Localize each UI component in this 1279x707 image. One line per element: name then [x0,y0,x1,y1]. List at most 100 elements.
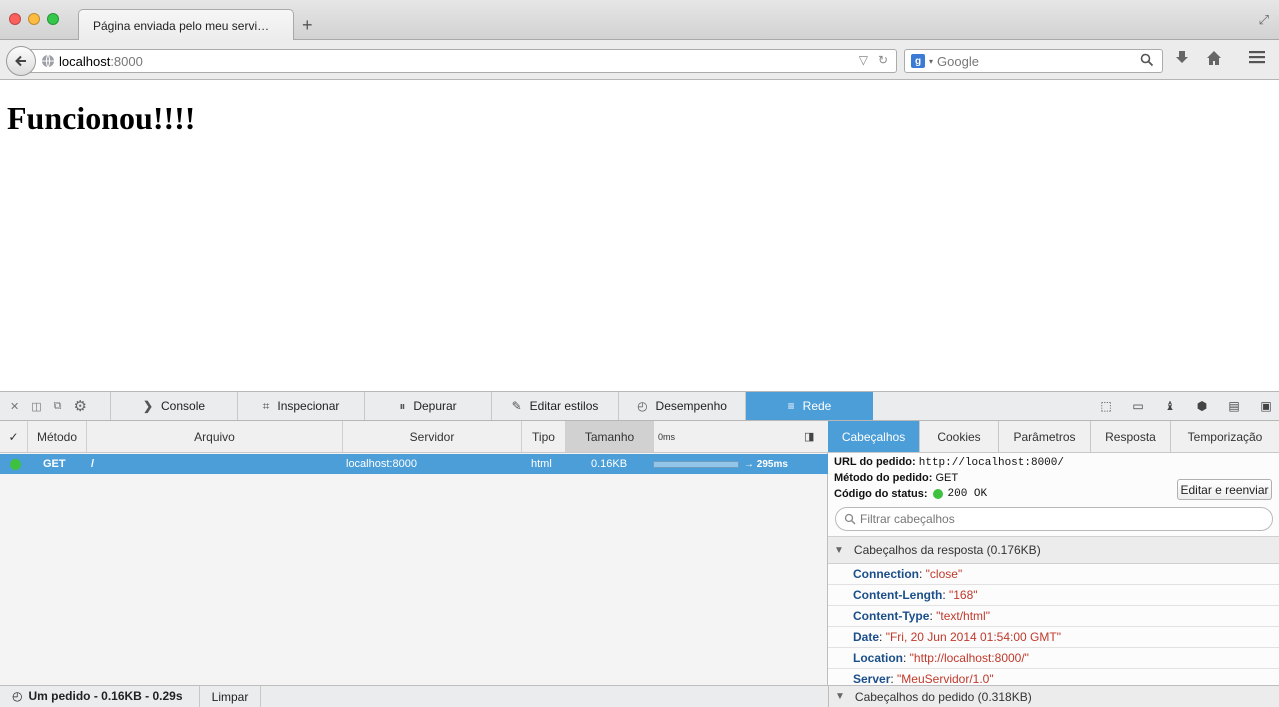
back-button[interactable] [6,46,36,76]
waterfall-zero-label: 0ms [658,431,676,442]
browser-tab[interactable]: Página enviada pelo meu servi… [78,9,294,41]
column-file[interactable]: Arquivo [87,421,343,452]
edit-and-resend-button[interactable]: Editar e reenviar [1177,479,1272,500]
devtools-tab-debugger[interactable]: ⏸ Depurar [365,392,492,420]
page-content: Funcionou!!!! [0,81,1279,391]
menu-icon[interactable] [1249,50,1265,64]
devtools-tab-label: Console [161,399,206,413]
request-details-panel: Cabeçalhos Cookies Parâmetros Resposta T… [828,421,1279,690]
header-name: Content-Length [853,588,943,602]
dropdown-history-icon[interactable]: ▽ [859,53,868,67]
google-search-engine-icon[interactable]: g [911,54,925,68]
request-url-line: URL do pedido: http://localhost:8000/ [834,456,1064,469]
search-engine-dropdown-icon[interactable]: ▾ [929,57,933,66]
pause-icon: ⏸ [399,398,406,413]
reload-icon[interactable]: ↻ [878,53,888,67]
list-item[interactable]: Content-Type: "text/html" [828,606,1279,627]
details-tabs: Cabeçalhos Cookies Parâmetros Resposta T… [828,421,1279,453]
devtools-tab-performance[interactable]: ◴ Desempenho [619,392,746,420]
column-type[interactable]: Tipo [522,421,566,452]
edit-pencil-icon: ✎ [511,399,522,413]
search-input[interactable]: Google [937,54,979,69]
column-waterfall[interactable]: 0ms [654,421,828,452]
header-value: "MeuServidor/1.0" [897,672,994,686]
split-console-icon[interactable]: ▭ [1131,399,1145,413]
close-devtools-icon[interactable]: ✕ [10,400,19,413]
url-host: localhost [59,53,111,69]
list-item[interactable]: Connection: "close" [828,564,1279,585]
list-item[interactable]: Date: "Fri, 20 Jun 2014 01:54:00 GMT" [828,627,1279,648]
status-ok-icon [932,489,943,499]
tab-timings[interactable]: Temporização [1171,421,1279,452]
header-value: "text/html" [936,609,990,623]
request-timing: → 295ms [744,458,788,470]
close-window-button[interactable] [9,13,21,25]
status-dot-icon [10,458,21,470]
fullscreen-icon[interactable]: ⤢ [1259,12,1269,28]
devtools-tab-inspector[interactable]: ⌗ Inspecionar [238,392,365,420]
clear-button[interactable]: Limpar [199,686,261,707]
list-item[interactable]: Location: "http://localhost:8000/" [828,648,1279,669]
inspector-icon: ⌗ [262,398,270,413]
devtools-tab-label: Depurar [413,399,457,413]
column-method[interactable]: Método [28,421,87,452]
request-headers-title: Cabeçalhos do pedido (0.318KB) [854,689,1032,704]
dock-side-icon[interactable]: ◫ [31,400,41,413]
column-status[interactable]: ✓ [0,421,28,452]
request-server: localhost:8000 [346,458,417,470]
browser-tab-title: Página enviada pelo meu servi… [93,19,270,33]
devtools-toolbar: ✕ ◫ ⧉ ⚙ ❯ Console ⌗ Inspecionar ⏸ Depura… [0,391,1279,421]
back-arrow-icon [15,55,26,67]
zoom-window-button[interactable] [47,13,59,25]
column-size[interactable]: Tamanho [566,421,654,452]
response-headers-section[interactable]: ▼ Cabeçalhos da resposta (0.176KB) [828,536,1279,564]
column-server[interactable]: Servidor [343,421,522,452]
filter-headers-input[interactable]: Filtrar cabeçalhos [835,507,1273,531]
header-value: "Fri, 20 Jun 2014 01:54:00 GMT" [885,630,1061,644]
request-size: 0.16KB [591,458,628,470]
responsive-design-icon[interactable]: ▣ [1259,399,1273,413]
stopwatch-icon: ◴ [637,399,648,413]
table-row[interactable]: GET / localhost:8000 html 0.16KB → 295ms [0,454,828,474]
status-code-label: Código do status: [834,488,928,500]
element-picker-icon[interactable]: ⬚ [1099,399,1113,413]
home-icon[interactable] [1206,50,1222,66]
header-name: Server [853,672,891,686]
request-method-value: GET [935,472,959,484]
network-request-list: ✓ Método Arquivo Servidor Tipo Tamanho 0… [0,421,828,685]
minimize-window-button[interactable] [28,13,40,25]
title-bar: Página enviada pelo meu servi… + ⤢ [0,0,1279,41]
url-bar[interactable]: localhost:8000 ▽ ↻ [27,49,897,73]
header-name: Content-Type [853,609,930,623]
3d-view-icon[interactable]: ⬢ [1195,399,1209,413]
tab-headers[interactable]: Cabeçalhos [828,421,920,452]
request-method-label: Método do pedido: [834,472,933,484]
page-heading: Funcionou!!!! [7,100,196,136]
status-code-line: Código do status: 200 OK [834,488,987,500]
undock-window-icon[interactable]: ⧉ [54,400,62,413]
downloads-icon[interactable] [1175,50,1189,66]
paintbrush-icon[interactable]: ♝ [1163,399,1177,413]
header-name: Location [853,651,903,665]
list-item[interactable]: Content-Length: "168" [828,585,1279,606]
request-url-label: URL do pedido: [834,456,916,468]
tab-cookies[interactable]: Cookies [920,421,999,452]
search-bar[interactable]: g ▾ Google [904,49,1163,73]
tab-params[interactable]: Parâmetros [999,421,1091,452]
request-headers-section[interactable]: ▼ Cabeçalhos do pedido (0.318KB) [828,686,1279,707]
devtools-tab-console[interactable]: ❯ Console [111,392,238,420]
settings-gear-icon[interactable]: ⚙ [73,397,86,415]
url-port: :8000 [110,53,143,69]
devtools-tab-label: Inspecionar [277,399,340,413]
status-indicator [10,454,21,474]
tab-response[interactable]: Resposta [1091,421,1171,452]
devtools-tab-style-editor[interactable]: ✎ Editar estilos [492,392,619,420]
devtools-tab-network[interactable]: ≡ Rede [746,392,873,420]
devtools-tab-label: Desempenho [655,399,727,413]
screenshot-icon[interactable]: ▤ [1227,399,1241,413]
header-name: Connection [853,567,919,581]
search-icon[interactable] [1140,53,1154,70]
new-tab-button[interactable]: + [302,15,313,35]
toggle-sidebar-icon[interactable]: ◨ [804,430,814,443]
performance-stopwatch-icon[interactable]: ◴ [12,689,22,703]
